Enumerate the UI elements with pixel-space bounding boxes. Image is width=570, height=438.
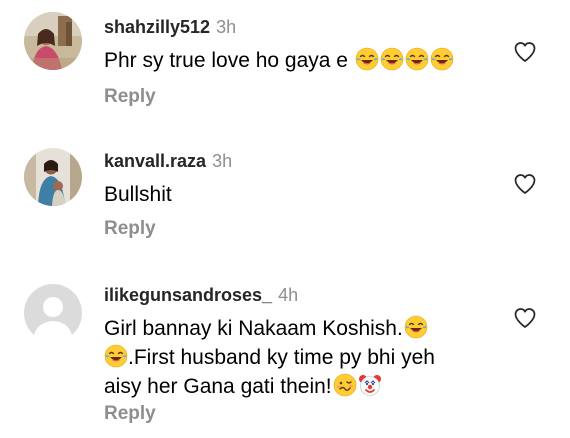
comment-text: Bullshit [104, 183, 172, 206]
joy-emoji-icon [405, 47, 429, 71]
joy-emoji-icon [430, 47, 454, 71]
joy-emoji-icon [380, 47, 404, 71]
comment-text-content: .First husband ky time py bhi yeh [128, 346, 435, 369]
like-button[interactable] [512, 172, 538, 196]
avatar[interactable] [24, 12, 82, 70]
like-button[interactable] [512, 306, 538, 330]
avatar[interactable] [24, 148, 82, 206]
joy-emoji-icon [104, 344, 128, 368]
comment-text-line: .First husband ky time py bhi yeh [104, 343, 435, 372]
username[interactable]: ilikegunsandroses_ [104, 285, 272, 305]
reply-button[interactable]: Reply [104, 218, 156, 240]
comment-text-content: Girl bannay ki Nakaam Koshish. [104, 317, 403, 340]
heart-outline-icon [512, 40, 538, 64]
username[interactable]: kanvall.raza [104, 151, 206, 171]
comment-text-line: Girl bannay ki Nakaam Koshish. [104, 314, 435, 343]
comment-text-content: Phr sy true love ho gaya e [104, 49, 348, 72]
comment-item: kanvall.raza 3h Bullshit Reply [0, 130, 570, 260]
username[interactable]: shahzilly512 [104, 17, 210, 37]
comment-list: shahzilly512 3h Phr sy true love ho gaya … [0, 0, 570, 438]
timestamp: 3h [216, 17, 237, 37]
heart-outline-icon [512, 172, 538, 196]
comment-text: Phr sy true love ho gaya e [104, 46, 454, 75]
comment-text-content: aisy her Gana gati thein! [104, 375, 332, 398]
comment-text: Girl bannay ki Nakaam Koshish. .First hu… [104, 314, 435, 401]
clown-face-icon [358, 373, 382, 397]
reply-button[interactable]: Reply [104, 86, 156, 108]
default-avatar[interactable] [24, 284, 82, 342]
woozy-face-icon [333, 373, 357, 397]
reply-button[interactable]: Reply [104, 403, 156, 425]
joy-emoji-icon [355, 47, 379, 71]
comment-item: shahzilly512 3h Phr sy true love ho gaya … [0, 0, 570, 130]
comment-text-line: aisy her Gana gati thein! [104, 372, 435, 401]
joy-emoji-icon [404, 315, 428, 339]
timestamp: 4h [278, 285, 299, 305]
like-button[interactable] [512, 40, 538, 64]
comment-item: ilikegunsandroses_ 4h Girl bannay ki Naka… [0, 260, 570, 438]
timestamp: 3h [212, 151, 233, 171]
heart-outline-icon [512, 306, 538, 330]
